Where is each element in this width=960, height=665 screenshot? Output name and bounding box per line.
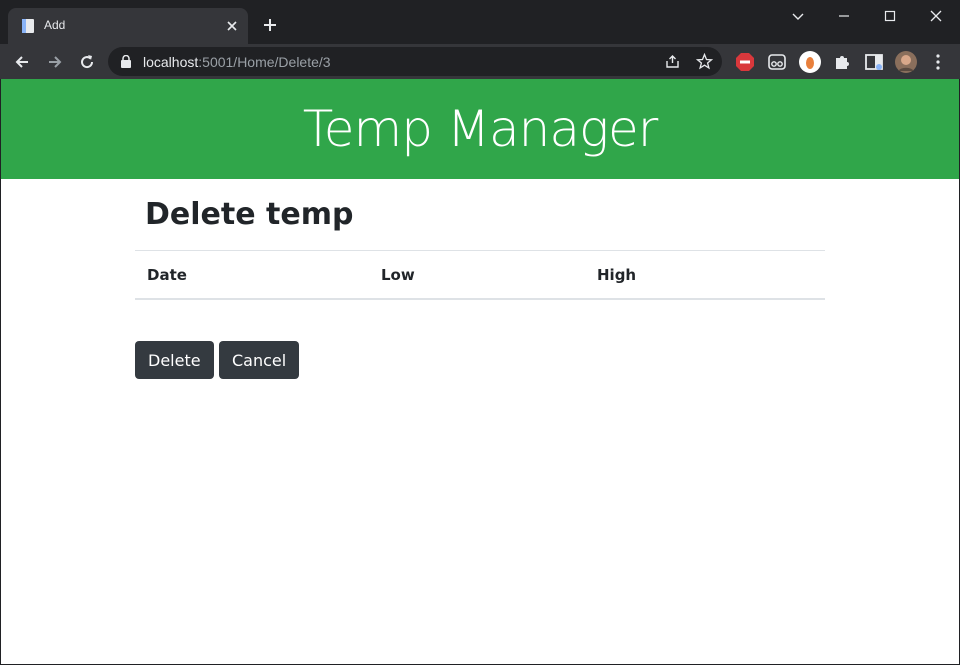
tab-search-chevron-icon[interactable]: [790, 8, 806, 24]
profile-extension-icon[interactable]: [798, 50, 822, 74]
bookmark-star-icon[interactable]: [696, 53, 713, 70]
tab-title: Add: [44, 18, 66, 32]
browser-toolbar: localhost:5001/Home/Delete/3: [0, 44, 960, 79]
page-title: Delete temp: [145, 197, 354, 232]
column-header-high: High: [597, 265, 637, 284]
column-header-low: Low: [381, 265, 415, 284]
table-header-row: Date Low High: [135, 251, 825, 300]
maximize-icon[interactable]: [882, 8, 898, 24]
url-text: localhost:5001/Home/Delete/3: [143, 54, 331, 70]
site-title: Temp Manager: [302, 100, 659, 158]
delete-button[interactable]: Delete: [135, 341, 214, 379]
menu-kebab-icon[interactable]: [928, 52, 948, 72]
reload-icon[interactable]: [78, 53, 96, 71]
extensions-puzzle-icon[interactable]: [832, 52, 852, 72]
temp-table: Date Low High: [135, 250, 825, 300]
avatar[interactable]: [894, 50, 918, 74]
new-tab-icon[interactable]: [262, 17, 278, 33]
close-window-icon[interactable]: [928, 8, 944, 24]
tab-strip: Add: [0, 0, 960, 44]
address-bar[interactable]: localhost:5001/Home/Delete/3: [108, 47, 722, 76]
side-panel-icon[interactable]: [864, 52, 884, 72]
page-icon: [22, 19, 34, 33]
minimize-icon[interactable]: [836, 8, 852, 24]
cancel-button[interactable]: Cancel: [219, 341, 300, 379]
browser-tab[interactable]: Add: [8, 8, 248, 44]
forward-arrow-icon[interactable]: [46, 53, 64, 71]
site-header: Temp Manager: [1, 79, 959, 179]
lock-icon[interactable]: [120, 55, 132, 68]
reader-extension-icon[interactable]: [767, 52, 787, 72]
adblock-extension-icon[interactable]: [735, 52, 755, 72]
page-viewport: Temp Manager Delete temp Date Low High D…: [1, 79, 959, 664]
column-header-date: Date: [147, 265, 187, 284]
share-icon[interactable]: [664, 53, 681, 70]
back-arrow-icon[interactable]: [13, 53, 31, 71]
close-tab-icon[interactable]: [224, 18, 240, 34]
